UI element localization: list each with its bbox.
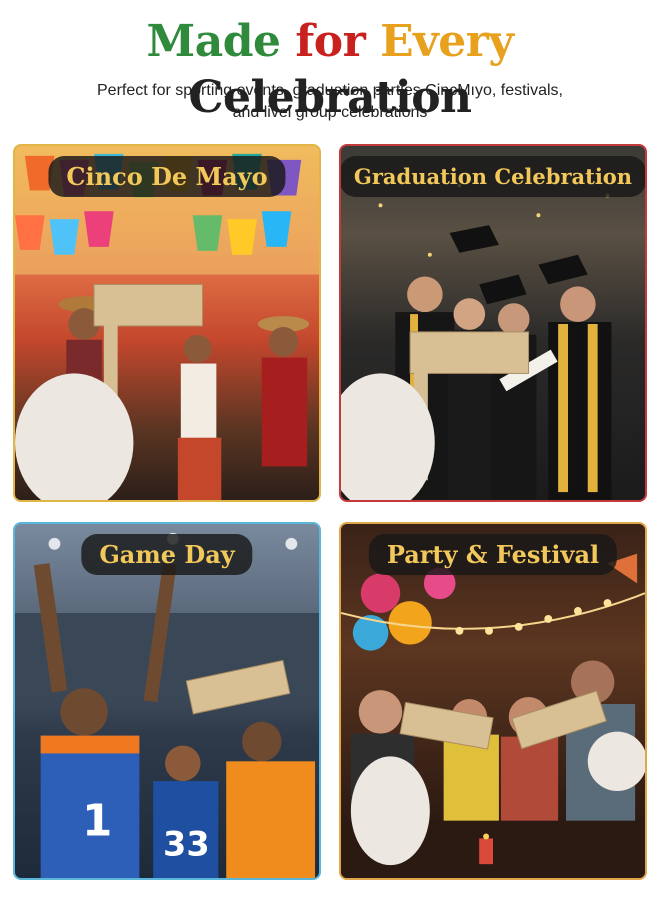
subtitle-line-2: and livel group celebrations [232,104,428,121]
cinco-scene-illustration [15,146,319,500]
jersey-number-right: 33 [163,824,210,863]
subtitle-line-1: Perfect for sporting events, graduation … [97,82,563,99]
jersey-number-left: 1 [82,796,112,846]
panel-game-day: 1 33 Game Day [13,522,321,880]
panel-cinco-de-mayo: Cinco De Mayo [13,144,321,502]
party-festival-scene-illustration [341,553,645,878]
graduation-scene-illustration [341,183,612,500]
panel-graduation-celebration: Graduation Celebration [339,144,647,502]
panel-label: Game Day [81,534,253,575]
game-day-scene-illustration: 1 33 [15,532,319,878]
panel-label: Graduation Celebration [341,156,645,197]
panel-label: Party & Festival [368,534,618,575]
headline-word-every: Every [380,16,514,67]
headline-word-made: Made [146,16,281,67]
subtitle: Perfect for sporting events, graduation … [40,80,620,124]
headline-word-for: for [295,16,366,67]
panel-party-festival: Party & Festival [339,522,647,880]
panel-label: Cinco De Mayo [48,156,286,197]
